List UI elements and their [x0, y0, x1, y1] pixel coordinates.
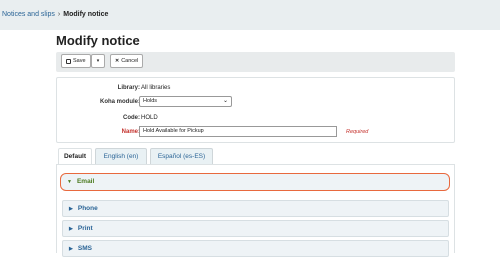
name-row: Name: Hold Available for Pickup Required — [57, 126, 456, 137]
cancel-button-label: Cancel — [121, 58, 139, 64]
caret-right-icon: ▶ — [69, 226, 73, 232]
breadcrumb-current: Modify notice — [63, 11, 109, 18]
section-sms-label: SMS — [77, 245, 92, 252]
caret-down-icon: ▼ — [67, 179, 72, 185]
notice-details-form: Library: All libraries Koha module: Hold… — [56, 77, 455, 143]
caret-right-icon: ▶ — [69, 206, 73, 212]
koha-module-row: Koha module: Holds ⌄ — [57, 96, 456, 107]
code-label: Code: — [123, 115, 140, 121]
section-print[interactable]: ▶ Print — [62, 220, 449, 237]
section-print-label: Print — [77, 225, 93, 232]
section-phone[interactable]: ▶ Phone — [62, 200, 449, 217]
breadcrumb-separator: › — [57, 11, 61, 18]
close-icon: ✕ — [115, 58, 120, 64]
floppy-disk-icon — [66, 58, 71, 64]
cancel-button[interactable]: ✕ Cancel — [110, 54, 143, 68]
library-label: Library: — [117, 85, 140, 91]
section-sms[interactable]: ▶ SMS — [62, 240, 449, 257]
section-email[interactable]: ▼ Email — [60, 173, 450, 191]
name-input[interactable]: Hold Available for Pickup — [139, 126, 337, 137]
caret-down-icon: ▾ — [96, 58, 100, 64]
save-button-label: Save — [73, 58, 86, 64]
breadcrumb-link-notices-and-slips[interactable]: Notices and slips — [2, 11, 55, 18]
language-tabs: Default English (en) Español (es-ES) — [56, 148, 455, 164]
breadcrumb: Notices and slips › Modify notice — [0, 0, 500, 30]
page-title: Modify notice — [56, 33, 140, 48]
library-row: Library: All libraries — [57, 83, 456, 93]
section-email-label: Email — [76, 178, 95, 185]
save-button[interactable]: Save — [61, 54, 91, 68]
koha-module-selected-value: Holds — [143, 98, 158, 104]
koha-module-label: Koha module: — [100, 99, 140, 105]
tab-espanol[interactable]: Español (es-ES) — [150, 148, 213, 164]
required-indicator: Required — [346, 129, 369, 135]
save-options-dropdown-button[interactable]: ▾ — [91, 54, 105, 68]
caret-right-icon: ▶ — [69, 246, 73, 252]
tab-default[interactable]: Default — [58, 148, 92, 164]
code-row: Code: HOLD — [57, 113, 456, 123]
koha-module-select[interactable]: Holds ⌄ — [139, 96, 232, 107]
toolbar: Save ▾ ✕ Cancel — [56, 52, 455, 72]
name-label: Name: — [121, 129, 140, 135]
section-phone-label: Phone — [77, 205, 98, 212]
library-value: All libraries — [141, 85, 171, 91]
code-value: HOLD — [141, 115, 158, 121]
chevron-down-icon: ⌄ — [222, 98, 228, 104]
tab-english[interactable]: English (en) — [95, 148, 147, 164]
